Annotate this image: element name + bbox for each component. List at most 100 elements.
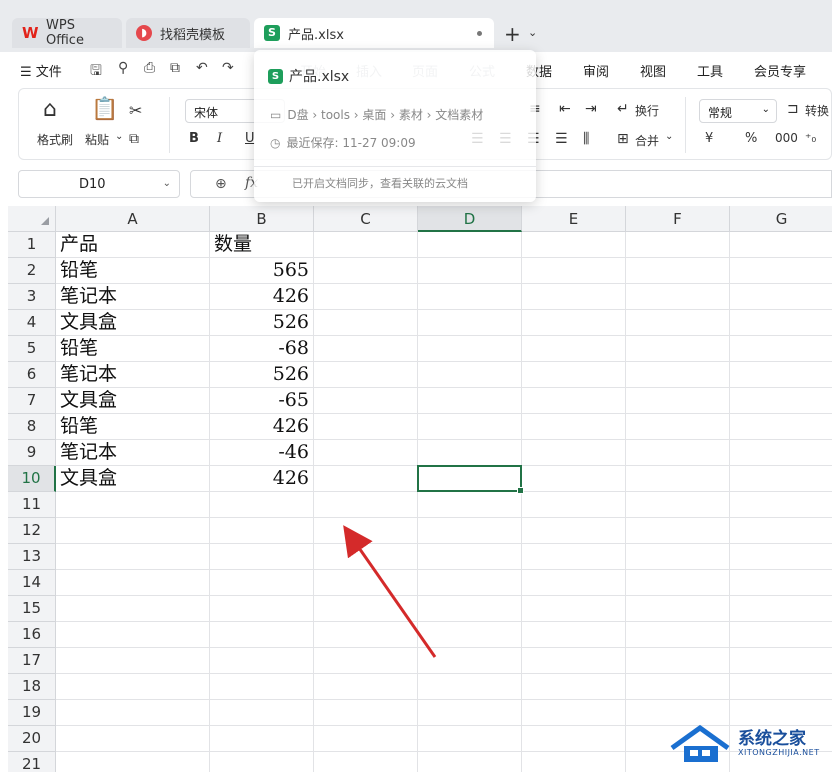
cell-d19[interactable] — [418, 700, 522, 726]
cell-b14[interactable] — [210, 570, 314, 596]
row-header-14[interactable]: 14 — [8, 570, 56, 596]
cell-f16[interactable] — [626, 622, 730, 648]
cell-b8[interactable]: 426 — [210, 414, 314, 440]
cell-f8[interactable] — [626, 414, 730, 440]
cell-c10[interactable] — [314, 466, 418, 492]
cell-d9[interactable] — [418, 440, 522, 466]
cell-c16[interactable] — [314, 622, 418, 648]
column-header-b[interactable]: B — [210, 206, 314, 232]
row-header-13[interactable]: 13 — [8, 544, 56, 570]
cell-b11[interactable] — [210, 492, 314, 518]
cell-b12[interactable] — [210, 518, 314, 544]
cell-c13[interactable] — [314, 544, 418, 570]
cell-g4[interactable] — [730, 310, 832, 336]
cell-g11[interactable] — [730, 492, 832, 518]
row-header-16[interactable]: 16 — [8, 622, 56, 648]
cell-e6[interactable] — [522, 362, 626, 388]
cell-e13[interactable] — [522, 544, 626, 570]
cell-f6[interactable] — [626, 362, 730, 388]
italic-button[interactable]: I — [217, 131, 222, 146]
cell-f9[interactable] — [626, 440, 730, 466]
redo-icon[interactable]: ↷ — [222, 60, 234, 76]
row-header-21[interactable]: 21 — [8, 752, 56, 772]
cell-f15[interactable] — [626, 596, 730, 622]
cell-a18[interactable] — [56, 674, 210, 700]
cell-a12[interactable] — [56, 518, 210, 544]
cell-d21[interactable] — [418, 752, 522, 772]
cell-c12[interactable] — [314, 518, 418, 544]
cell-d13[interactable] — [418, 544, 522, 570]
new-tab-plus-icon[interactable]: + — [504, 22, 521, 46]
name-box[interactable]: D10 ⌄ — [18, 170, 180, 198]
cell-g7[interactable] — [730, 388, 832, 414]
cell-a13[interactable] — [56, 544, 210, 570]
cut-icon[interactable]: ✂ — [129, 101, 142, 120]
wrap-text-icon[interactable]: ↵ — [617, 101, 629, 117]
cell-a1[interactable]: 产品 — [56, 232, 210, 258]
menu-member[interactable]: 会员专享 — [754, 61, 806, 80]
row-header-4[interactable]: 4 — [8, 310, 56, 336]
cell-a10[interactable]: 文具盒 — [56, 466, 210, 492]
cell-c20[interactable] — [314, 726, 418, 752]
cell-g10[interactable] — [730, 466, 832, 492]
cell-a20[interactable] — [56, 726, 210, 752]
row-header-15[interactable]: 15 — [8, 596, 56, 622]
cell-e1[interactable] — [522, 232, 626, 258]
cell-g14[interactable] — [730, 570, 832, 596]
menu-view[interactable]: 视图 — [640, 61, 666, 80]
cell-f10[interactable] — [626, 466, 730, 492]
save-icon[interactable]: 🖫 — [90, 60, 102, 84]
row-header-3[interactable]: 3 — [8, 284, 56, 310]
row-header-7[interactable]: 7 — [8, 388, 56, 414]
cell-d10[interactable] — [418, 466, 522, 492]
cell-f4[interactable] — [626, 310, 730, 336]
cell-e3[interactable] — [522, 284, 626, 310]
cell-c15[interactable] — [314, 596, 418, 622]
cell-a19[interactable] — [56, 700, 210, 726]
print-preview-icon[interactable]: ⧉ — [170, 60, 180, 76]
row-header-1[interactable]: 1 — [8, 232, 56, 258]
cell-e17[interactable] — [522, 648, 626, 674]
zoom-search-icon[interactable]: ⊕ — [215, 176, 227, 192]
cell-f11[interactable] — [626, 492, 730, 518]
cell-a17[interactable] — [56, 648, 210, 674]
tab-wps-office[interactable]: W WPS Office — [12, 18, 122, 48]
cell-a9[interactable]: 笔记本 — [56, 440, 210, 466]
share-icon[interactable]: ⚲ — [118, 60, 128, 76]
cell-c9[interactable] — [314, 440, 418, 466]
cell-e10[interactable] — [522, 466, 626, 492]
cell-d1[interactable] — [418, 232, 522, 258]
column-header-e[interactable]: E — [522, 206, 626, 232]
tab-product-xlsx[interactable]: S 产品.xlsx — [254, 18, 494, 48]
chevron-down-icon[interactable]: ⌄ — [528, 26, 537, 39]
cell-g17[interactable] — [730, 648, 832, 674]
cell-d7[interactable] — [418, 388, 522, 414]
chevron-down-icon[interactable]: ⌄ — [115, 131, 123, 142]
menu-tools[interactable]: 工具 — [697, 61, 723, 80]
merge-button[interactable]: 合并 — [635, 132, 659, 149]
cell-a15[interactable] — [56, 596, 210, 622]
unsaved-dot-icon[interactable] — [477, 31, 482, 36]
column-header-a[interactable]: A — [56, 206, 210, 232]
row-header-5[interactable]: 5 — [8, 336, 56, 362]
cell-e20[interactable] — [522, 726, 626, 752]
cell-f3[interactable] — [626, 284, 730, 310]
cell-b5[interactable]: -68 — [210, 336, 314, 362]
copy-icon[interactable]: ⧉ — [129, 131, 139, 147]
cell-e19[interactable] — [522, 700, 626, 726]
cell-e9[interactable] — [522, 440, 626, 466]
cell-a11[interactable] — [56, 492, 210, 518]
cell-a16[interactable] — [56, 622, 210, 648]
cell-d15[interactable] — [418, 596, 522, 622]
cell-a5[interactable]: 铅笔 — [56, 336, 210, 362]
cell-b20[interactable] — [210, 726, 314, 752]
cell-c4[interactable] — [314, 310, 418, 336]
cell-c2[interactable] — [314, 258, 418, 284]
cell-b2[interactable]: 565 — [210, 258, 314, 284]
cell-d12[interactable] — [418, 518, 522, 544]
cell-b9[interactable]: -46 — [210, 440, 314, 466]
cell-a7[interactable]: 文具盒 — [56, 388, 210, 414]
cell-c21[interactable] — [314, 752, 418, 772]
cell-f5[interactable] — [626, 336, 730, 362]
cell-f18[interactable] — [626, 674, 730, 700]
